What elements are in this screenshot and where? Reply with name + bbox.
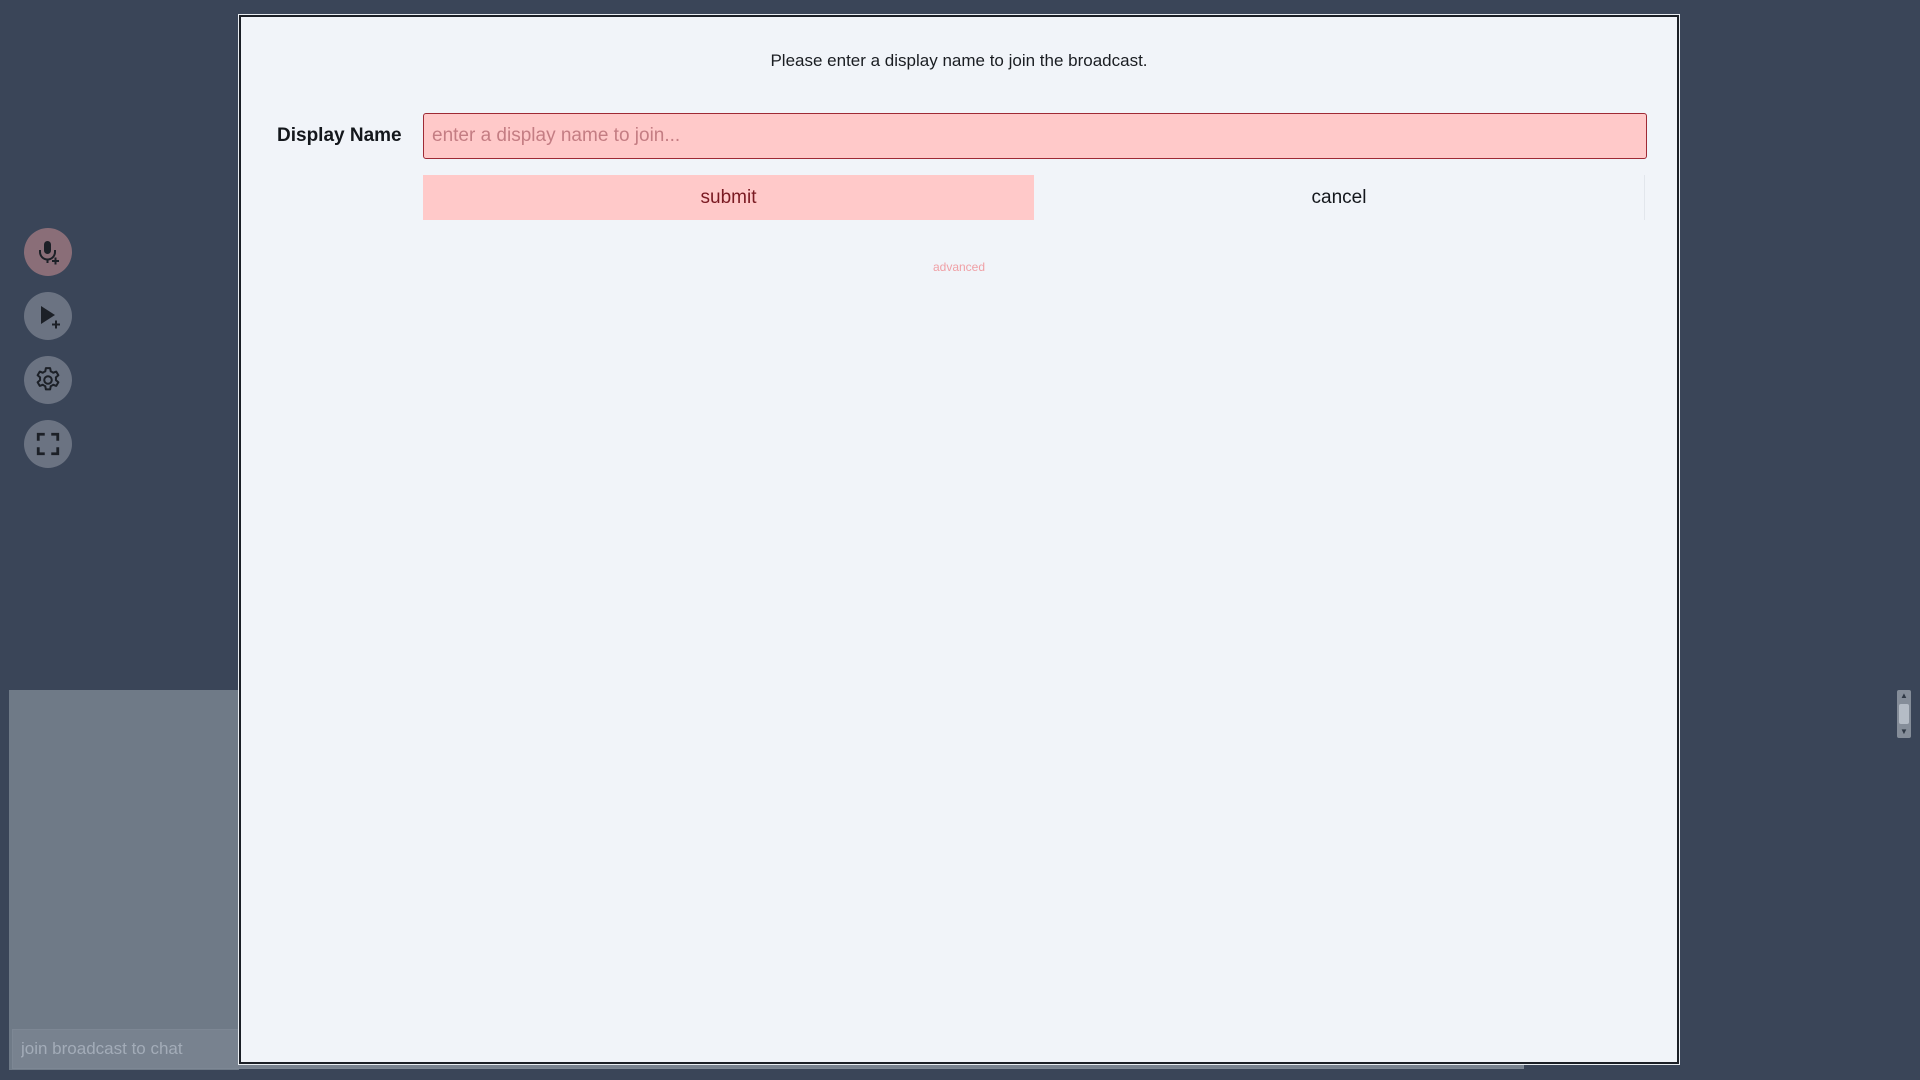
- gear-icon: [33, 365, 63, 395]
- fullscreen-button[interactable]: [24, 420, 72, 468]
- scroll-down-arrow-icon[interactable]: ▼: [1899, 727, 1909, 737]
- microphone-plus-icon: [34, 238, 62, 266]
- fullscreen-icon: [35, 431, 61, 457]
- play-plus-icon: [34, 302, 62, 330]
- advanced-link[interactable]: advanced: [241, 260, 1677, 274]
- join-broadcast-modal: Please enter a display name to join the …: [239, 15, 1679, 1064]
- cancel-button[interactable]: cancel: [1034, 175, 1645, 220]
- settings-button[interactable]: [24, 356, 72, 404]
- scrollbar[interactable]: ▲ ▼: [1897, 690, 1911, 738]
- display-name-label: Display Name: [277, 125, 402, 146]
- display-name-input[interactable]: [423, 113, 1647, 159]
- submit-button[interactable]: submit: [423, 175, 1034, 220]
- scroll-up-arrow-icon[interactable]: ▲: [1899, 691, 1909, 701]
- add-media-button[interactable]: [24, 292, 72, 340]
- modal-message: Please enter a display name to join the …: [770, 51, 1148, 70]
- scroll-thumb[interactable]: [1899, 704, 1909, 724]
- chat-panel: [9, 690, 239, 1070]
- add-microphone-button[interactable]: [24, 228, 72, 276]
